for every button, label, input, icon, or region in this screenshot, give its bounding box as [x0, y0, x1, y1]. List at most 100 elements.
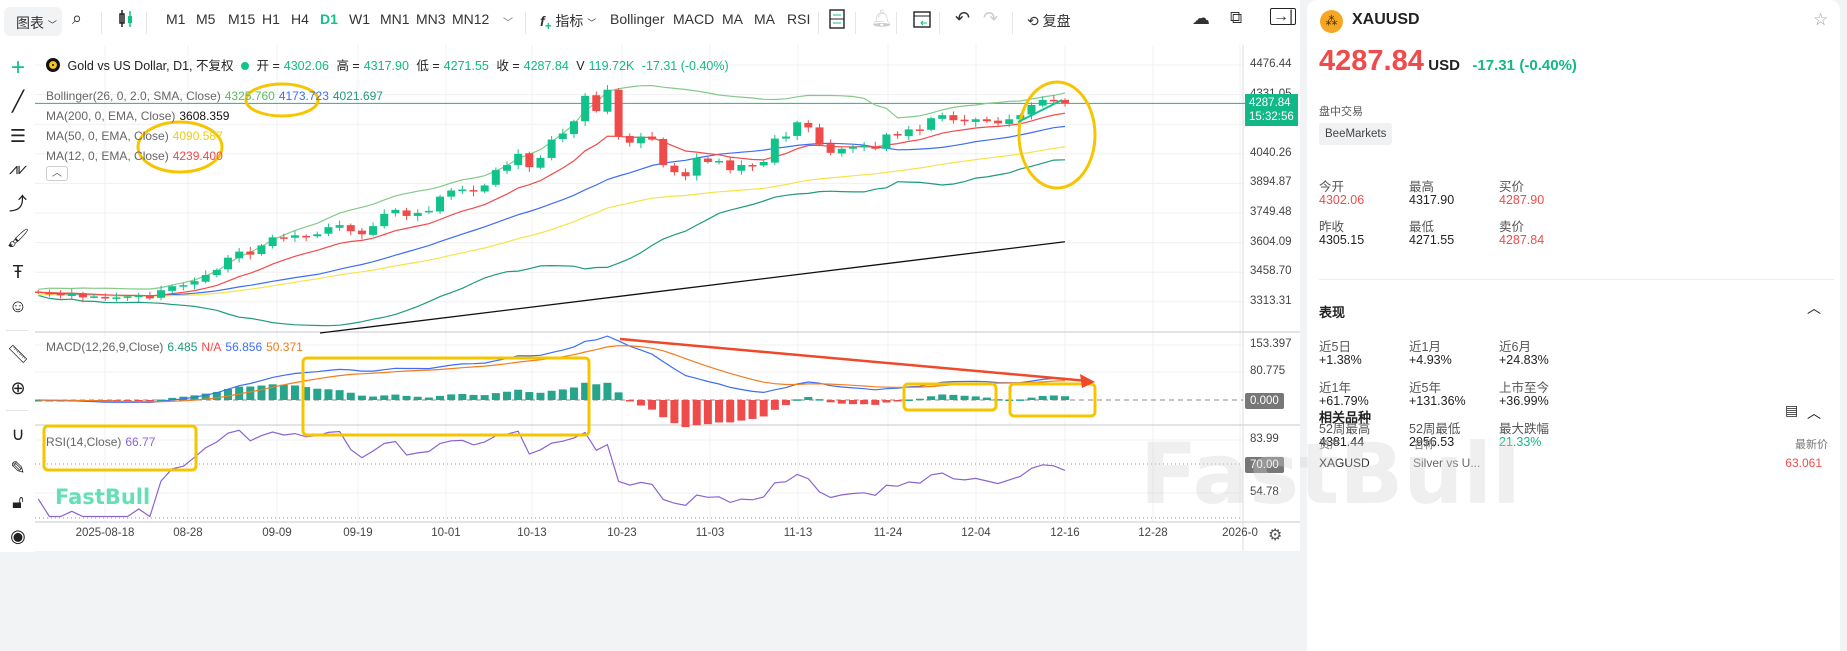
magnet-icon[interactable]: ∪	[6, 422, 30, 446]
timeframe-m1[interactable]: M1	[166, 11, 185, 27]
stat-value: 4305.15	[1319, 233, 1365, 247]
close-label: 收 =	[496, 59, 520, 73]
ma200-legend[interactable]: MA(200, 0, EMA, Close) 3608.359	[46, 109, 233, 123]
chart-settings-icon[interactable]: ⚙	[1268, 525, 1282, 545]
timeframe-m15[interactable]: M15	[228, 11, 255, 27]
collapse-legend-button[interactable]: ︿	[46, 166, 68, 181]
collapse-performance-chevron-icon[interactable]: ︿	[1807, 298, 1821, 318]
timeframe-h4[interactable]: H4	[291, 11, 309, 27]
collapse-related-chevron-icon[interactable]: ︿	[1807, 403, 1821, 423]
alert-icon[interactable]: 🔔︎	[871, 9, 893, 29]
macd-histogram-bar	[927, 396, 936, 400]
quick-indicator-ma-2[interactable]: MA	[754, 11, 775, 27]
stat-value: +131.36%	[1409, 394, 1466, 408]
price-tick: 4476.44	[1250, 58, 1292, 70]
fastbull-watermark: FastBull	[1140, 425, 1521, 523]
macd-histogram-bar	[536, 392, 545, 400]
quick-indicator-macd[interactable]: MACD	[673, 11, 714, 27]
stat-cell: 近1月 +4.93%	[1409, 336, 1499, 367]
ruler-icon[interactable]: 📏︎	[6, 342, 30, 366]
collapse-panel-icon[interactable]: →|	[1270, 8, 1297, 25]
emoji-icon[interactable]: ☺	[6, 294, 30, 318]
macd-histogram-bar	[402, 395, 411, 400]
candle-body	[603, 89, 612, 112]
undo-icon[interactable]: ↶	[955, 8, 970, 29]
timeframe-d1[interactable]: D1	[320, 11, 338, 27]
stat-label: 近1月	[1409, 340, 1441, 354]
candle-body	[614, 89, 623, 137]
horizontal-lines-icon[interactable]: ☰	[6, 124, 30, 148]
indicators-button[interactable]: f+ 指标 ﹀	[540, 11, 596, 33]
brush-icon[interactable]: 🖌︎	[6, 226, 30, 250]
replay-button[interactable]: ⟲ 复盘	[1027, 11, 1071, 31]
chart-area[interactable]: Gold vs US Dollar, D1, 不复权 开 = 4302.06 高 …	[0, 0, 1300, 551]
date-tick: 11-03	[695, 527, 725, 539]
related-price: 63.061	[1785, 456, 1822, 470]
candle-body	[982, 119, 991, 122]
candle-body	[848, 146, 857, 149]
candle-body	[748, 165, 757, 167]
date-tick: 12-28	[1138, 527, 1168, 539]
timeframe-mn1[interactable]: MN1	[380, 11, 410, 27]
candle-body	[246, 251, 255, 255]
text-icon[interactable]: Ŧ	[6, 260, 30, 284]
layout-icon[interactable]	[829, 9, 845, 32]
broker-tag[interactable]: BeeMarkets	[1319, 123, 1393, 145]
open-value: 4302.06	[283, 59, 329, 73]
candle-body	[1005, 119, 1014, 124]
arrow-icon[interactable]: ⤴	[6, 192, 30, 216]
candle-body	[324, 227, 333, 234]
timeframe-w1[interactable]: W1	[349, 11, 370, 27]
macd-legend[interactable]: MACD(12,26,9,Close) 6.485 N/A 56.856 50.371	[46, 340, 307, 354]
search-icon[interactable]: ⌕	[72, 8, 82, 29]
eye-icon[interactable]: ◉	[6, 524, 30, 548]
quick-indicator-ma[interactable]: MA	[722, 11, 743, 27]
macd-histogram-bar	[436, 395, 445, 400]
zoom-in-icon[interactable]: ⊕	[6, 376, 30, 400]
price-tick: 3604.09	[1250, 235, 1292, 248]
macd-histogram-bar	[1038, 395, 1047, 400]
chart-menu-button[interactable]: 图表 ﹀	[4, 7, 62, 36]
panel-change: -17.31	[1472, 57, 1515, 74]
cloud-sync-icon[interactable]: ☁	[1192, 8, 1210, 29]
pattern-icon[interactable]: ⩘⩗	[6, 158, 30, 182]
macd-histogram-bar	[547, 390, 556, 400]
favorite-star-icon[interactable]: ☆	[1813, 10, 1828, 30]
quick-indicator-bollinger[interactable]: Bollinger	[610, 11, 664, 27]
ma50-legend[interactable]: MA(50, 0, EMA, Close) 4090.587	[46, 129, 227, 143]
rsi-legend[interactable]: RSI(14,Close) 66.77	[46, 435, 159, 449]
bollinger-middle: 4173.723	[278, 89, 329, 103]
share-icon[interactable]: ⧉	[1230, 8, 1242, 28]
bollinger-upper: 4325.760	[224, 89, 275, 103]
timeframe-mn12[interactable]: MN12	[452, 11, 489, 27]
date-tick: 09-19	[343, 527, 373, 539]
ma12-legend[interactable]: MA(12, 0, EMA, Close) 4239.400	[46, 149, 227, 163]
candle-body	[67, 293, 76, 296]
candle-body	[56, 293, 65, 296]
list-icon[interactable]: ▤	[1785, 402, 1798, 419]
timeframe-mn3[interactable]: MN3	[416, 11, 446, 27]
candlestick-icon[interactable]	[117, 9, 135, 32]
macd-tick: 153.397	[1250, 338, 1292, 350]
timeframe-more-chevron-icon[interactable]: ﹀	[503, 14, 513, 29]
quick-indicator-rsi[interactable]: RSI	[787, 11, 810, 27]
timeframe-h1[interactable]: H1	[262, 11, 280, 27]
candle-body	[904, 129, 913, 137]
timeframe-m5[interactable]: M5	[196, 11, 215, 27]
candle-body	[257, 245, 266, 255]
macd-histogram-bar	[636, 400, 645, 406]
lock-icon[interactable]: 🔓︎	[6, 490, 30, 514]
redo-icon[interactable]: ↷	[983, 8, 998, 29]
trend-line-icon[interactable]: ╱	[6, 90, 30, 114]
crosshair-icon[interactable]: +	[6, 56, 30, 80]
calendar-icon[interactable]	[912, 9, 932, 32]
price-chart[interactable]	[0, 0, 1300, 551]
candle-body	[737, 165, 746, 171]
candle-body	[971, 119, 980, 122]
candle-body	[268, 237, 277, 247]
macd-histogram-bar	[391, 394, 400, 400]
paint-lock-icon[interactable]: ✎	[6, 456, 30, 480]
bollinger-legend[interactable]: Bollinger(26, 0, 2.0, SMA, Close) 4325.76…	[46, 89, 387, 103]
macd-histogram-bar	[592, 384, 601, 400]
macd-histogram-bar	[569, 387, 578, 400]
